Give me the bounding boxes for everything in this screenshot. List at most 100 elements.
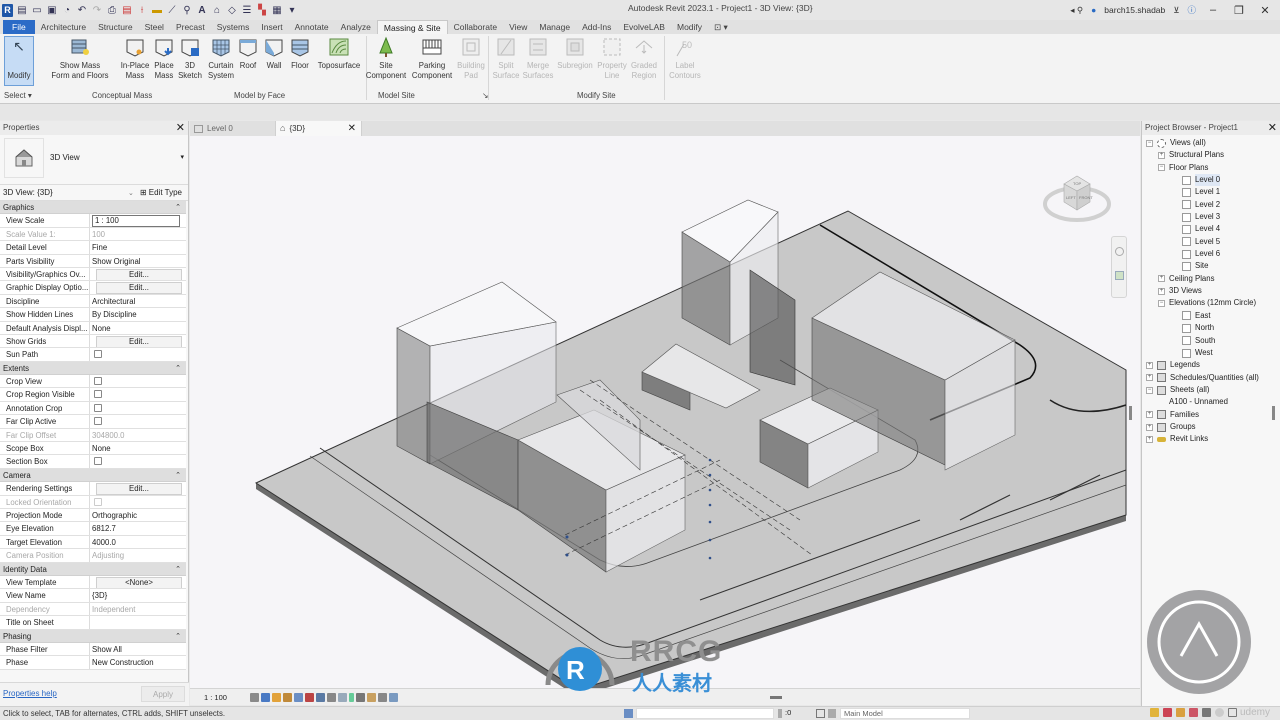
value-field[interactable]: 1 : 100 <box>92 215 180 227</box>
expand-icon[interactable]: + <box>1146 435 1153 443</box>
show-crop-region-icon[interactable] <box>316 692 325 702</box>
property-value[interactable] <box>90 616 186 629</box>
select-underlay-icon[interactable] <box>1163 708 1172 717</box>
minimize-button[interactable]: ‒ <box>1204 4 1222 16</box>
temporary-hide-icon[interactable] <box>338 692 347 702</box>
horizontal-scrollbar[interactable] <box>770 696 782 699</box>
worksets-icon[interactable] <box>624 709 633 718</box>
tag-icon[interactable]: ⟋ <box>166 4 178 16</box>
type-dropdown-icon[interactable]: ▾ <box>180 153 184 161</box>
property-value[interactable]: Edit... <box>90 281 186 294</box>
browser-node[interactable]: + Groups <box>1142 421 1280 433</box>
property-value[interactable]: 6812.7 <box>90 522 186 535</box>
browser-view-item[interactable]: Level 2 <box>1142 199 1280 211</box>
active-model-dropdown[interactable]: Main Model <box>840 708 970 719</box>
checkbox[interactable] <box>94 377 102 386</box>
graded-region-button[interactable]: Graded Region <box>628 36 660 81</box>
wall-by-face-button[interactable]: Wall <box>262 36 286 71</box>
switch-windows-icon[interactable]: ▦ <box>271 4 283 16</box>
design-options-icon[interactable] <box>816 709 825 718</box>
tab-view[interactable]: View <box>503 20 533 34</box>
close-window-button[interactable]: ✕ <box>1256 4 1274 17</box>
property-value[interactable]: {3D} <box>90 589 186 602</box>
tab-modify[interactable]: Modify <box>671 20 708 34</box>
property-line-button[interactable]: Property Line <box>596 36 628 81</box>
detail-level-icon[interactable] <box>250 692 259 702</box>
print-icon[interactable]: ⎙ <box>106 4 118 16</box>
rendering-icon[interactable] <box>294 692 303 702</box>
property-value[interactable] <box>90 348 186 361</box>
thin-lines-icon[interactable]: ☰ <box>241 4 253 16</box>
edit-button[interactable]: <None> <box>96 576 182 589</box>
modify-button[interactable]: ↖ Modify <box>4 36 34 86</box>
group-graphics[interactable]: Graphics ⌃ <box>0 201 186 215</box>
property-value[interactable]: None <box>90 321 186 334</box>
select-by-face-icon[interactable] <box>1189 708 1198 717</box>
cart-icon[interactable]: ⊻ <box>1173 5 1179 16</box>
browser-node[interactable]: + Revit Links <box>1142 433 1280 445</box>
lock-3d-view-icon[interactable] <box>327 692 336 702</box>
select-links-icon[interactable] <box>1150 708 1159 717</box>
site-component-button[interactable]: Site Component <box>363 36 409 81</box>
tab-evolvelab[interactable]: EvolveLAB <box>617 20 671 34</box>
property-value[interactable] <box>90 375 186 388</box>
type-selector[interactable]: 3D View ▾ <box>0 135 188 185</box>
show-mass-button[interactable]: Show Mass Form and Floors <box>50 36 110 81</box>
contextual-tab-toggle-icon[interactable]: ⊡ ▾ <box>708 20 734 34</box>
restore-button[interactable]: ❐ <box>1230 4 1248 17</box>
expand-icon[interactable]: + <box>1158 152 1165 160</box>
browser-view-item[interactable]: Level 3 <box>1142 211 1280 223</box>
instance-filter[interactable]: 3D View: {3D} ⌄ ⊞ Edit Type <box>0 185 188 201</box>
drag-on-selection-icon[interactable] <box>1202 708 1211 717</box>
expand-icon[interactable]: + <box>1158 275 1165 283</box>
place-mass-button[interactable]: Place Mass <box>150 36 178 81</box>
property-value[interactable] <box>90 415 186 428</box>
browser-node[interactable]: +3D Views <box>1142 285 1280 297</box>
property-value[interactable]: 1 : 100 <box>90 214 186 227</box>
subregion-button[interactable]: Subregion <box>556 36 594 71</box>
editable-only-icon[interactable] <box>828 709 836 718</box>
expand-icon[interactable]: + <box>1146 411 1153 419</box>
select-pinned-icon[interactable] <box>1176 708 1185 717</box>
property-value[interactable]: Show All <box>90 642 186 656</box>
3d-viewport[interactable]: TOP LEFT FRONT <box>190 136 1140 688</box>
close-properties-icon[interactable]: ✕ <box>176 121 185 135</box>
search-icon[interactable]: ⚲ <box>181 4 193 16</box>
property-value[interactable]: Show Original <box>90 254 186 267</box>
property-value[interactable]: Orthographic <box>90 508 186 522</box>
chevron-down-icon[interactable]: ⌄ <box>128 189 134 197</box>
sun-path-icon[interactable] <box>272 692 281 702</box>
checkbox[interactable] <box>94 390 102 399</box>
user-icon[interactable]: ● <box>1091 5 1096 15</box>
tab-collaborate[interactable]: Collaborate <box>448 20 503 34</box>
edit-button[interactable]: Edit... <box>96 335 182 348</box>
browser-node[interactable]: + Families <box>1142 409 1280 421</box>
shadows-icon[interactable] <box>283 692 292 702</box>
zoom-region-icon[interactable] <box>1115 271 1124 280</box>
dimension-icon[interactable]: ▬ <box>151 4 163 16</box>
checkbox[interactable] <box>94 417 102 426</box>
tab-manage[interactable]: Manage <box>533 20 576 34</box>
property-value[interactable]: New Construction <box>90 656 186 669</box>
customize-qat-icon[interactable]: ▾ <box>286 4 298 16</box>
property-value[interactable]: Edit... <box>90 482 186 495</box>
save-icon[interactable]: ▣ <box>46 4 58 16</box>
tab-steel[interactable]: Steel <box>139 20 170 34</box>
tab-structure[interactable]: Structure <box>92 20 139 34</box>
checkbox[interactable] <box>94 350 102 359</box>
collapse-icon[interactable]: ⌃ <box>175 201 181 214</box>
browser-node[interactable]: + Ceiling Plans <box>1142 273 1280 285</box>
infocenter-search-icon[interactable]: ◂ ⚲ <box>1070 5 1083 16</box>
browser-node[interactable]: − Views (all) <box>1142 137 1280 149</box>
building-pad-button[interactable]: Building Pad <box>455 36 487 81</box>
section-icon[interactable]: ◇ <box>226 4 238 16</box>
property-value[interactable]: Edit... <box>90 334 186 348</box>
group-phasing[interactable]: Phasing ⌃ <box>0 629 186 643</box>
property-value[interactable]: <None> <box>90 575 186 589</box>
browser-view-item[interactable]: Level 1 <box>1142 186 1280 198</box>
close-tab-icon[interactable]: ✕ <box>348 121 356 136</box>
browser-scrollbar[interactable] <box>1272 406 1275 420</box>
open-folder-icon[interactable]: ▭ <box>31 4 43 16</box>
browser-view-item[interactable]: Level 5 <box>1142 236 1280 248</box>
toposurface-button[interactable]: Toposurface <box>316 36 362 71</box>
